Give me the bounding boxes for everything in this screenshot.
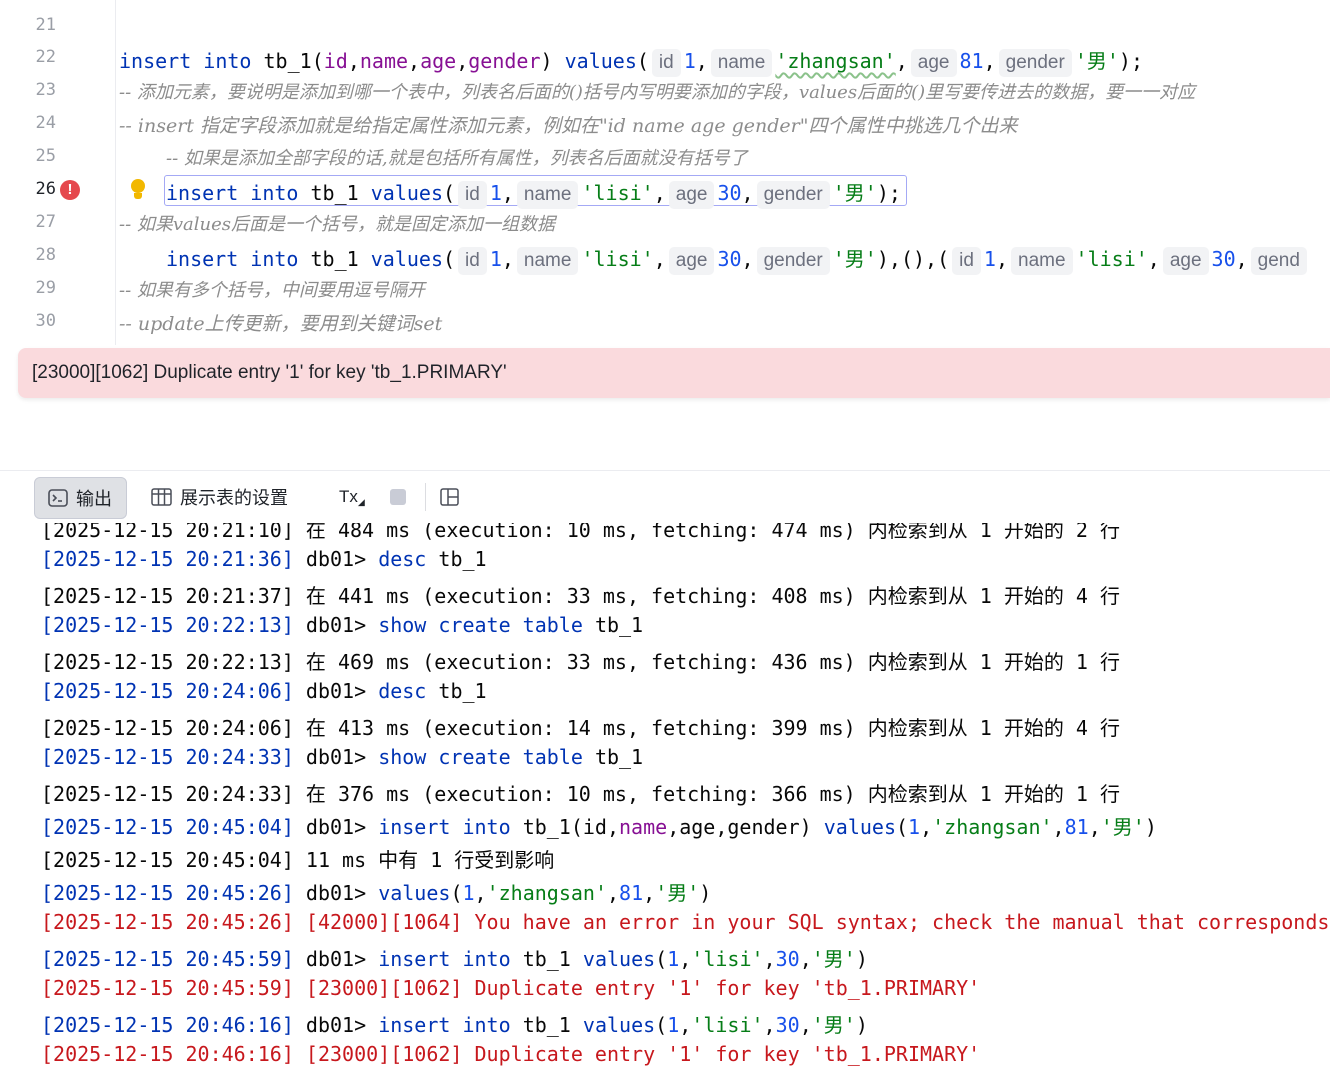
error-icon[interactable]: ! <box>60 180 80 200</box>
line-number: 22 <box>35 47 56 67</box>
table-settings-label: 展示表的设置 <box>180 488 288 508</box>
line-number: 29 <box>35 278 56 298</box>
code-text[interactable]: insert into tb_1(id,name,age,gender) val… <box>119 45 1143 77</box>
terminal-icon <box>48 489 68 507</box>
line-number: 27 <box>35 212 56 232</box>
line-number: 24 <box>35 113 56 133</box>
console-line: [2025-12-15 20:24:06] 在 413 ms (executio… <box>41 716 1121 740</box>
param-hint: id <box>458 247 487 275</box>
console-output[interactable]: [2025-12-15 20:21:10] 在 484 ms (executio… <box>0 523 1330 1075</box>
console-error-line: [2025-12-15 20:46:16] [23000][1062] Dupl… <box>41 1042 981 1066</box>
editor-line-24[interactable]: 24 -- insert 指定字段添加就是给指定属性添加元素，例如在"id na… <box>0 107 1330 140</box>
line-number: 28 <box>35 245 56 265</box>
param-hint: gender <box>998 49 1072 77</box>
editor-line-30[interactable]: 30 -- update上传更新，要用到关键词set <box>0 305 1330 338</box>
line-number: 26 <box>35 179 56 199</box>
toolbar-divider <box>425 483 426 511</box>
param-hint: age <box>1162 247 1209 275</box>
param-hint: age <box>910 49 957 77</box>
sql-comment: -- 添加元素，要说明是添加到哪一个表中，列表名后面的()括号内写明要添加的字段… <box>119 82 1196 103</box>
param-hint: name <box>710 49 773 77</box>
sql-comment: -- 如果有多个括号，中间要用逗号隔开 <box>119 280 425 301</box>
output-tab-label: 输出 <box>76 489 112 509</box>
error-message: [23000][1062] Duplicate entry '1' for ke… <box>32 362 507 383</box>
param-hint: age <box>668 181 715 209</box>
console-line: [2025-12-15 20:21:37] 在 441 ms (executio… <box>41 584 1121 608</box>
sql-comment: -- insert 指定字段添加就是给指定属性添加元素，例如在"id name … <box>119 115 1018 137</box>
console-line: [2025-12-15 20:21:10] 在 484 ms (executio… <box>41 523 1121 542</box>
param-hint: id <box>952 247 981 275</box>
layout-button[interactable] <box>440 477 459 517</box>
console-line: [2025-12-15 20:46:16] db01> insert into … <box>41 1013 868 1037</box>
editor-line-23[interactable]: 23 -- 添加元素，要说明是添加到哪一个表中，列表名后面的()括号内写明要添加… <box>0 74 1330 107</box>
editor-line-25[interactable]: 25 -- 如果是添加全部字段的话,就是包括所有属性，列表名后面就没有括号了 <box>0 140 1330 173</box>
output-tab[interactable]: 输出 <box>34 477 127 519</box>
tx-mode-button[interactable]: Tx ◢ <box>339 477 365 517</box>
editor-line-26[interactable]: 26 ! insert into tb_1 values(id 1, name'li… <box>0 173 1330 209</box>
console-error-line: [2025-12-15 20:45:59] [23000][1062] Dupl… <box>41 976 981 1000</box>
line-number: 25 <box>35 146 56 166</box>
error-notification[interactable]: [23000][1062] Duplicate entry '1' for ke… <box>18 348 1330 398</box>
param-hint: id <box>651 49 681 77</box>
table-settings-button[interactable]: 展示表的设置 <box>151 477 288 517</box>
param-hint: age <box>668 247 715 275</box>
param-hint: gend <box>1250 247 1307 275</box>
sql-comment: -- 如果values后面是一个括号，就是固定添加一组数据 <box>119 214 556 235</box>
param-hint: name <box>516 181 579 209</box>
param-hint: gender <box>756 181 830 209</box>
param-hint: gender <box>756 247 830 275</box>
param-hint: name <box>1011 247 1073 275</box>
console-line: [2025-12-15 20:21:36] db01> desc tb_1 <box>41 547 487 571</box>
console-line: [2025-12-15 20:24:06] db01> desc tb_1 <box>41 679 487 703</box>
sql-editor[interactable]: 21 22 insert into tb_1(id,name,age,gende… <box>0 0 1330 345</box>
console-line: [2025-12-15 20:45:04] db01> insert into … <box>41 815 1157 839</box>
param-hint: id <box>458 181 487 209</box>
editor-line-28[interactable]: 28 insert into tb_1 values(id 1, name'lisi… <box>0 239 1330 275</box>
console-error-line: [2025-12-15 20:45:26] [42000][1064] You … <box>41 910 1330 934</box>
sql-comment: -- update上传更新，要用到关键词set <box>119 313 443 335</box>
console-line: [2025-12-15 20:45:59] db01> insert into … <box>41 947 868 971</box>
console-toolbar: 输出 展示表的设置 Tx ◢ <box>0 471 1330 523</box>
bulb-icon[interactable] <box>130 179 146 201</box>
sql-comment: -- 如果是添加全部字段的话,就是包括所有属性，列表名后面就没有括号了 <box>166 148 748 169</box>
line-number: 30 <box>35 311 56 331</box>
console-line: [2025-12-15 20:24:33] db01> show create … <box>41 745 644 769</box>
stop-icon <box>390 489 406 505</box>
console-line: [2025-12-15 20:22:13] db01> show create … <box>41 613 644 637</box>
console-line: [2025-12-15 20:45:26] db01> values(1,'zh… <box>41 881 712 905</box>
table-icon <box>151 488 172 506</box>
param-hint: name <box>516 247 579 275</box>
console-line: [2025-12-15 20:24:33] 在 376 ms (executio… <box>41 782 1121 806</box>
editor-line-27[interactable]: 27 -- 如果values后面是一个括号，就是固定添加一组数据 <box>0 206 1330 239</box>
layout-icon <box>440 488 459 506</box>
code-text[interactable]: insert into tb_1 values(id 1, name'lisi', a… <box>166 243 1310 275</box>
console-line: [2025-12-15 20:45:04] 11 ms 中有 1 行受到影响 <box>41 848 555 872</box>
editor-line-29[interactable]: 29 -- 如果有多个括号，中间要用逗号隔开 <box>0 272 1330 305</box>
stop-button[interactable] <box>390 477 406 517</box>
editor-line-22[interactable]: 22 insert into tb_1(id,name,age,gender) … <box>0 41 1330 77</box>
editor-line-21[interactable]: 21 <box>0 9 1330 42</box>
code-text[interactable]: insert into tb_1 values(id 1, name'lisi', a… <box>166 177 901 209</box>
tx-label: Tx <box>339 487 358 506</box>
console-line: [2025-12-15 20:22:13] 在 469 ms (executio… <box>41 650 1121 674</box>
line-number: 21 <box>35 15 56 35</box>
line-number: 23 <box>35 80 56 100</box>
